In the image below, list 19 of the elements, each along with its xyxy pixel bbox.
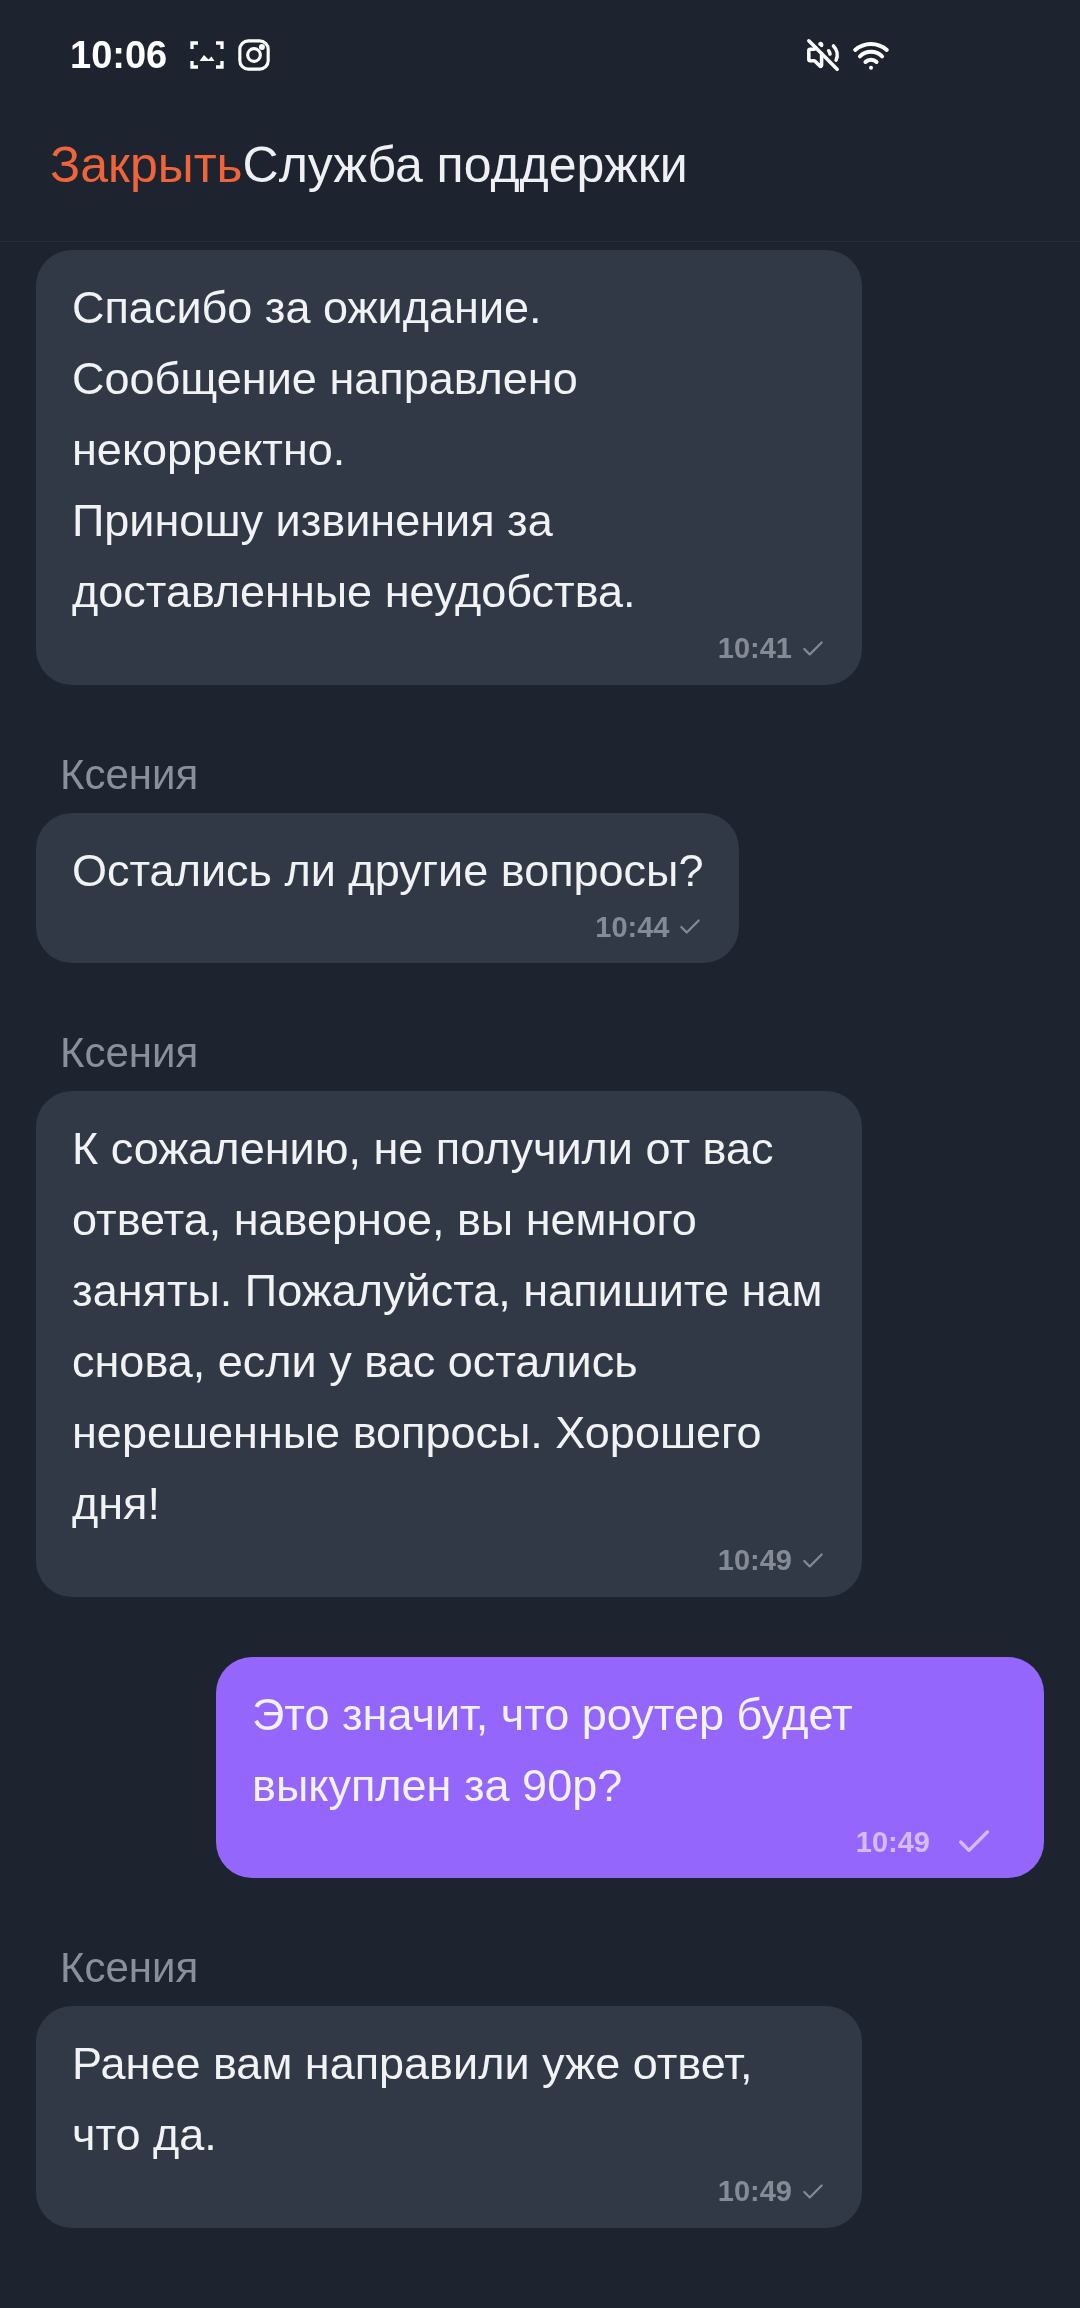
message-time: 10:49: [855, 1824, 930, 1860]
status-time: 10:06: [70, 32, 168, 78]
message-text: Спасибо за ожидание. Сообщение направлено некорректно. Приношу извинения за доставленные неудобства.: [72, 281, 637, 619]
sender-name: Ксения: [60, 1028, 199, 1078]
sender-name: Ксения: [60, 749, 199, 800]
header-title: Служба поддержки: [242, 135, 688, 195]
message-time: 10:49: [717, 1543, 792, 1578]
message-text: Ранее вам направили уже ответ, что да.: [72, 2037, 754, 2162]
camera-icon: [237, 38, 272, 72]
screenshot-icon: [189, 38, 226, 72]
message-text: К сожалению, не получили от вас ответа, наверное, вы немного заняты. Пожалуйста, напишите нам снова, если у вас остались нерешенные вопросы. Хорошего дня!: [72, 1122, 824, 1531]
message-text: Это значит, что роутер будет выкуплен за 90р?: [252, 1687, 854, 1813]
message-time: 10:49: [717, 2174, 792, 2209]
message-text: Остались ли другие вопросы?: [72, 843, 704, 898]
mute-icon: [806, 38, 840, 72]
message-time: 10:41: [717, 631, 792, 666]
message-time: 10:44: [595, 909, 670, 945]
sender-name: Ксения: [60, 1943, 199, 1993]
close-button[interactable]: Закрыть: [50, 127, 243, 203]
